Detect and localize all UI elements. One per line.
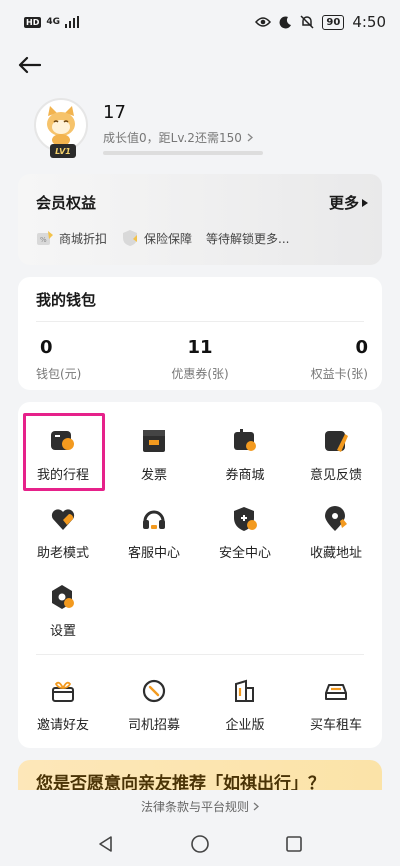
system-status: 90 4:50	[255, 13, 386, 31]
service-buy-rent-car[interactable]: 买车租车	[291, 674, 381, 742]
feedback-icon	[325, 431, 348, 452]
insurance-icon	[123, 230, 138, 246]
stat-label: 权益卡(张)	[310, 367, 368, 381]
stat-label: 钱包(元)	[36, 367, 82, 381]
stat-value: 0	[355, 337, 368, 358]
service-label: 安全中心	[218, 546, 271, 561]
nav-recents-icon[interactable]	[285, 835, 303, 853]
back-button[interactable]	[12, 50, 46, 80]
eye-icon	[255, 17, 272, 27]
coupon-mall-icon	[234, 429, 256, 451]
username: 17	[103, 102, 126, 123]
growth-text: 成长值0，距Lv.2还需150	[103, 131, 242, 145]
perk-label: 保险保障	[144, 231, 193, 246]
gift-icon	[52, 681, 74, 702]
service-label: 客服中心	[127, 546, 180, 561]
shield-icon	[234, 507, 257, 531]
signal-icon	[65, 16, 79, 28]
banner-text: 您是否愿意向亲友推荐「如祺出行」？	[36, 774, 325, 790]
coupons-stat[interactable]: 11 优惠券(张)	[150, 337, 250, 382]
service-settings[interactable]: 设置	[18, 580, 108, 648]
battery-indicator: 90	[322, 14, 345, 30]
wallet-stats: 0 钱包(元) 11 优惠券(张) 0 权益卡(张)	[18, 337, 382, 382]
building-icon	[235, 679, 254, 702]
system-nav-bar	[0, 822, 400, 866]
clock: 4:50	[352, 13, 386, 31]
level-badge: LV1	[50, 144, 76, 158]
status-bar: HD 4G 90 4:50	[0, 0, 400, 44]
service-saved-addresses[interactable]: 收藏地址	[291, 502, 381, 570]
stat-value: 0	[40, 337, 53, 358]
service-label: 券商城	[225, 468, 265, 483]
wallet-balance-stat[interactable]: 0 钱包(元)	[32, 337, 132, 382]
headset-icon	[143, 510, 165, 529]
member-more-link[interactable]: 更多	[329, 192, 368, 213]
service-label: 设置	[49, 624, 76, 639]
growth-progress-bar	[103, 151, 263, 155]
service-invoice[interactable]: 发票	[109, 424, 199, 492]
wallet-card: 我的钱包 0 钱包(元) 11 优惠券(张) 0 权益卡(张)	[18, 277, 382, 390]
back-arrow-icon	[18, 56, 41, 74]
location-pin-icon	[325, 506, 347, 531]
perk-label: 等待解锁更多...	[206, 231, 290, 246]
nav-home-icon[interactable]	[190, 834, 210, 854]
divider	[36, 654, 364, 655]
mute-bell-icon	[300, 15, 314, 29]
service-label: 发票	[140, 468, 167, 483]
stat-value: 11	[187, 337, 213, 358]
svg-text:%: %	[40, 236, 47, 244]
benefit-cards-stat[interactable]: 0 权益卡(张)	[268, 337, 368, 382]
highlight-box	[23, 413, 105, 491]
service-label: 司机招募	[127, 718, 180, 733]
perk-item[interactable]: % 商城折扣	[36, 229, 107, 247]
chevron-right-icon	[253, 802, 259, 810]
invoice-icon	[143, 430, 165, 452]
service-enterprise[interactable]: 企业版	[200, 674, 290, 742]
service-driver-recruitment[interactable]: 司机招募	[109, 674, 199, 742]
service-feedback[interactable]: 意见反馈	[291, 424, 381, 492]
mall-discount-icon: %	[37, 231, 53, 245]
service-label: 买车租车	[309, 718, 362, 733]
service-label: 收藏地址	[309, 546, 362, 561]
moon-icon	[279, 15, 292, 28]
member-benefits-card[interactable]: 会员权益 更多 % 商城折扣 保险保障 等待解锁更多...	[18, 174, 382, 265]
hd-badge: HD	[24, 16, 42, 28]
service-safety-center[interactable]: 安全中心	[200, 502, 290, 570]
service-label: 邀请好友	[36, 718, 89, 733]
perk-item[interactable]: 保险保障	[121, 229, 192, 247]
chevron-right-icon	[247, 133, 253, 142]
member-benefits-title: 会员权益	[36, 194, 97, 212]
service-label: 助老模式	[36, 546, 89, 561]
stat-label: 优惠券(张)	[171, 367, 229, 381]
caret-right-icon	[362, 198, 368, 207]
elder-mode-icon	[51, 509, 75, 530]
network-status: HD 4G	[24, 16, 79, 28]
service-customer-service[interactable]: 客服中心	[109, 502, 199, 570]
service-coupon-mall[interactable]: 券商城	[200, 424, 290, 492]
cat-avatar-icon	[47, 106, 75, 146]
survey-banner[interactable]: 您是否愿意向亲友推荐「如祺出行」？	[18, 760, 382, 790]
avatar[interactable]: LV1	[34, 98, 88, 158]
service-label: 企业版	[225, 718, 265, 733]
service-elder-mode[interactable]: 助老模式	[18, 502, 108, 570]
perk-list: % 商城折扣 保险保障 等待解锁更多...	[36, 229, 289, 247]
steering-wheel-icon	[142, 679, 166, 703]
settings-icon	[52, 585, 74, 609]
perk-item: 等待解锁更多...	[206, 230, 289, 247]
profile-header[interactable]: LV1 17 成长值0，距Lv.2还需150	[34, 96, 374, 162]
nav-back-icon[interactable]	[97, 835, 115, 853]
service-label: 意见反馈	[309, 468, 362, 483]
network-type: 4G	[46, 17, 60, 27]
legal-terms-link[interactable]: 法律条款与平台规则	[0, 790, 400, 822]
wallet-title: 我的钱包	[36, 291, 97, 309]
perk-label: 商城折扣	[59, 231, 108, 246]
service-invite-friends[interactable]: 邀请好友	[18, 674, 108, 742]
more-label: 更多	[328, 194, 359, 212]
divider	[36, 321, 364, 322]
legal-label: 法律条款与平台规则	[140, 799, 249, 814]
growth-info[interactable]: 成长值0，距Lv.2还需150	[103, 129, 253, 146]
car-icon	[325, 684, 347, 700]
